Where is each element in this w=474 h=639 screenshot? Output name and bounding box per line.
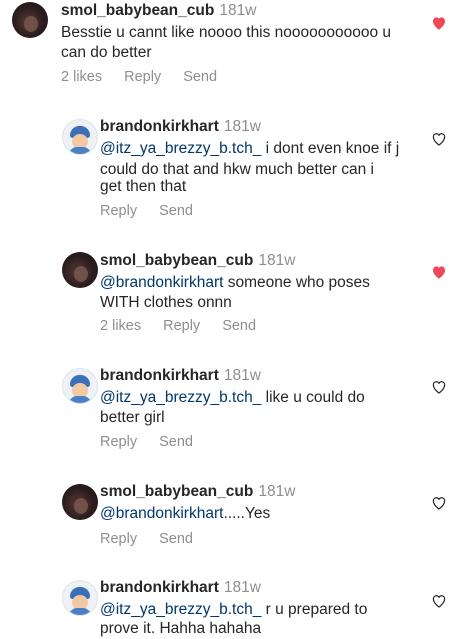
comment-text: get then that bbox=[100, 178, 187, 195]
comment-text: can do better bbox=[61, 44, 152, 61]
timestamp: 181w bbox=[223, 579, 261, 596]
send-button[interactable]: Send bbox=[159, 531, 193, 547]
comment-actions: Reply Send bbox=[100, 434, 215, 450]
avatar[interactable] bbox=[62, 119, 98, 155]
avatar[interactable] bbox=[62, 484, 98, 520]
mention-link[interactable]: @brandonkirkhart bbox=[100, 505, 223, 522]
avatar-shirt bbox=[69, 608, 91, 615]
heart-outline-icon[interactable] bbox=[430, 592, 448, 610]
mention-link[interactable]: @itz_ya_brezzy_b.tch_ bbox=[100, 601, 261, 618]
username[interactable]: brandonkirkhart bbox=[100, 118, 219, 135]
timestamp: 181w bbox=[223, 118, 261, 135]
username[interactable]: smol_babybean_cub bbox=[61, 2, 214, 19]
likes-count[interactable]: 2 likes bbox=[100, 318, 141, 334]
comment-text: better girl bbox=[100, 409, 165, 426]
timestamp: 181w bbox=[223, 367, 261, 384]
comment-actions: 2 likes Reply Send bbox=[100, 318, 278, 334]
avatar-shirt bbox=[69, 147, 91, 154]
username[interactable]: smol_babybean_cub bbox=[100, 252, 253, 269]
username[interactable]: brandonkirkhart bbox=[100, 579, 219, 596]
timestamp: 181w bbox=[258, 252, 296, 269]
send-button[interactable]: Send bbox=[159, 434, 193, 450]
comment-text: WITH clothes onnn bbox=[100, 294, 232, 311]
comment-text: someone who poses bbox=[223, 274, 370, 291]
mention-link[interactable]: @brandonkirkhart bbox=[100, 274, 223, 291]
avatar[interactable] bbox=[12, 2, 48, 38]
timestamp: 181w bbox=[258, 483, 296, 500]
comment-text: like u could do bbox=[261, 389, 365, 406]
reply-button[interactable]: Reply bbox=[100, 203, 137, 219]
comment-actions: Reply Send bbox=[100, 203, 215, 219]
reply-button[interactable]: Reply bbox=[100, 434, 137, 450]
reply-button[interactable]: Reply bbox=[124, 69, 161, 85]
mention-link[interactable]: @itz_ya_brezzy_b.tch_ bbox=[100, 140, 261, 157]
heart-filled-icon[interactable] bbox=[430, 14, 448, 32]
username[interactable]: smol_babybean_cub bbox=[100, 483, 253, 500]
send-button[interactable]: Send bbox=[159, 203, 193, 219]
comment-text: i dont even knoe if j bbox=[261, 140, 400, 157]
avatar[interactable] bbox=[62, 368, 98, 404]
heart-outline-icon[interactable] bbox=[430, 378, 448, 396]
avatar[interactable] bbox=[62, 580, 98, 616]
comment-text: Besstie u cannt like noooo this nooooooo… bbox=[61, 24, 392, 41]
comment-text: r u prepared to bbox=[261, 601, 368, 618]
heart-outline-icon[interactable] bbox=[430, 494, 448, 512]
heart-filled-icon[interactable] bbox=[430, 263, 448, 281]
comment-text: .....Yes bbox=[223, 505, 271, 522]
send-button[interactable]: Send bbox=[183, 69, 217, 85]
comment-actions: Reply Send bbox=[100, 531, 215, 547]
timestamp: 181w bbox=[219, 2, 257, 19]
avatar-shirt bbox=[69, 396, 91, 403]
avatar[interactable] bbox=[62, 252, 98, 288]
send-button[interactable]: Send bbox=[222, 318, 256, 334]
reply-button[interactable]: Reply bbox=[100, 531, 137, 547]
username[interactable]: brandonkirkhart bbox=[100, 367, 219, 384]
reply-button[interactable]: Reply bbox=[163, 318, 200, 334]
comment-actions: 2 likes Reply Send bbox=[61, 69, 239, 85]
mention-link[interactable]: @itz_ya_brezzy_b.tch_ bbox=[100, 389, 261, 406]
likes-count[interactable]: 2 likes bbox=[61, 69, 102, 85]
heart-outline-icon[interactable] bbox=[430, 130, 448, 148]
comment-text: prove it. Hahha hahaha bbox=[100, 620, 262, 637]
